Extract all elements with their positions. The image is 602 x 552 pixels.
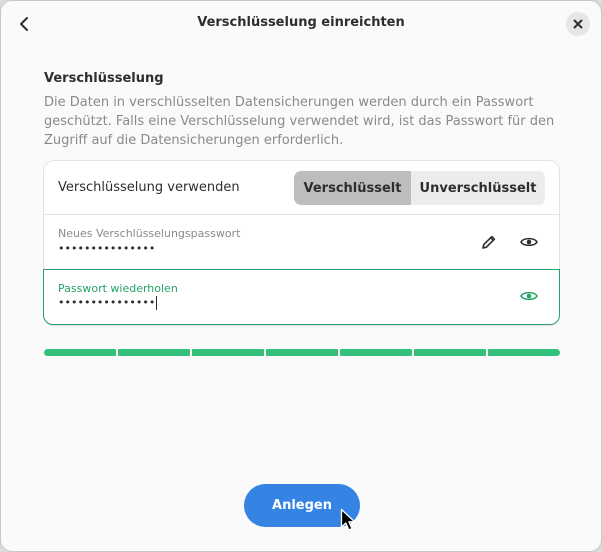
repeat-password-label: Passwort wiederholen [58, 282, 178, 295]
dialog-title: Verschlüsselung einreichten [197, 15, 405, 30]
reveal-repeat-password-button[interactable] [516, 283, 542, 309]
dialog-window: Verschlüsselung einreichten Verschlüssel… [0, 0, 602, 552]
password-strength-meter [44, 349, 560, 356]
encryption-toggle-label: Verschlüsselung verwenden [58, 180, 240, 195]
reveal-new-password-button[interactable] [516, 229, 542, 255]
new-password-label: Neues Verschlüsselungspasswort [58, 227, 241, 240]
close-icon [573, 19, 583, 29]
strength-segment [118, 349, 190, 356]
encrypted-option[interactable]: Verschlüsselt [294, 171, 411, 205]
repeat-password-value: ••••••••••••••• [58, 296, 156, 309]
strength-segment [192, 349, 264, 356]
section-title: Verschlüsselung [44, 71, 164, 86]
strength-segment [414, 349, 486, 356]
unencrypted-option[interactable]: Unverschlüsselt [411, 171, 545, 205]
strength-segment [488, 349, 560, 356]
encryption-toggle-group: Verschlüsselt Unverschlüsselt [294, 171, 545, 205]
strength-segment [44, 349, 116, 356]
eye-icon [520, 291, 538, 301]
text-caret [156, 296, 158, 310]
strength-segment [266, 349, 338, 356]
new-password-row[interactable]: Neues Verschlüsselungspasswort •••••••••… [44, 215, 559, 269]
repeat-password-row[interactable]: Passwort wiederholen ••••••••••••••• [43, 269, 560, 325]
mouse-cursor-icon [340, 508, 356, 531]
pencil-icon [482, 235, 496, 249]
section-description: Die Daten in verschlüsselten Datensicher… [44, 95, 555, 148]
strength-segment [340, 349, 412, 356]
repeat-password-field[interactable]: ••••••••••••••• [58, 296, 158, 310]
close-button[interactable] [566, 12, 590, 36]
encryption-toggle-row: Verschlüsselung verwenden Verschlüsselt … [44, 161, 559, 215]
eye-icon [520, 237, 538, 247]
new-password-field[interactable]: ••••••••••••••• [58, 242, 155, 255]
edit-password-button[interactable] [476, 229, 502, 255]
encryption-card: Verschlüsselung verwenden Verschlüsselt … [43, 161, 560, 325]
header-bar: Verschlüsselung einreichten [1, 1, 601, 47]
